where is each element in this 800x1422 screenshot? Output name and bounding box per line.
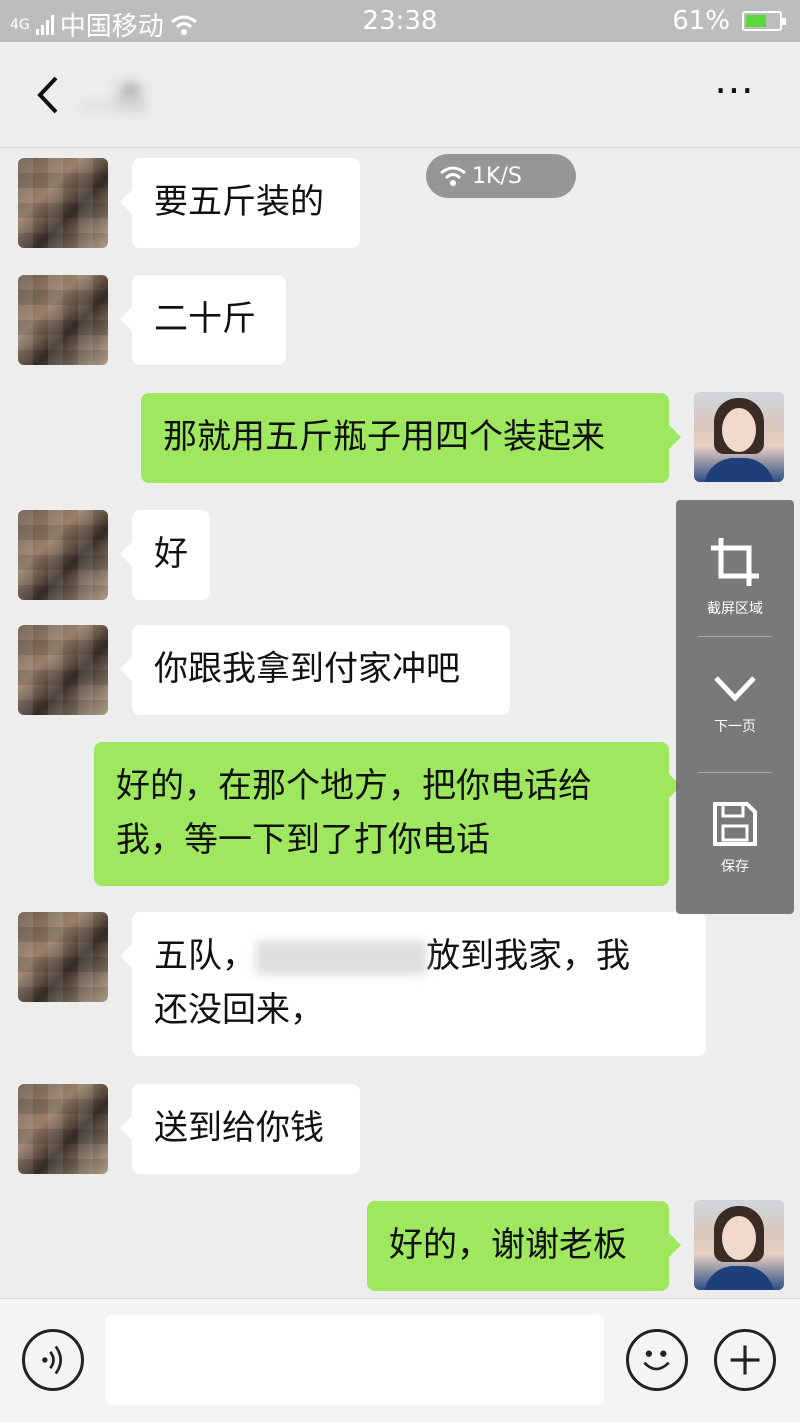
message-bubble-received[interactable]: 好	[120, 510, 210, 600]
avatar[interactable]	[18, 625, 108, 715]
avatar[interactable]	[18, 510, 108, 600]
crop-icon	[711, 538, 759, 586]
message-text: 好	[154, 534, 188, 574]
message-bubble-sent[interactable]: 那就用五斤瓶子用四个装起来	[141, 393, 681, 483]
battery-percent: 61%	[672, 6, 730, 36]
chevron-down-icon	[714, 676, 756, 702]
crop-area-button[interactable]: 截屏区域	[676, 534, 794, 618]
message-bubble-received[interactable]: 二十斤	[120, 275, 286, 365]
message-text: 好的，谢谢老板	[389, 1225, 627, 1265]
status-bar: 4G 中国移动 23:38 61%	[0, 0, 800, 42]
plus-icon[interactable]	[714, 1329, 776, 1391]
message-bubble-received[interactable]: 你跟我拿到付家冲吧	[120, 625, 510, 715]
message-text: 要五斤装的	[154, 182, 324, 222]
message-text-line: 还没回来，	[154, 990, 324, 1030]
wifi-icon	[440, 166, 466, 186]
voice-input-icon[interactable]	[22, 1329, 84, 1391]
message-text: 那就用五斤瓶子用四个装起来	[163, 417, 605, 457]
network-speed-indicator: 1K/S	[426, 154, 576, 198]
avatar[interactable]	[18, 275, 108, 365]
crop-label: 截屏区域	[707, 601, 763, 617]
avatar[interactable]	[18, 1084, 108, 1174]
avatar[interactable]	[18, 158, 108, 248]
back-arrow-icon[interactable]	[28, 70, 68, 120]
screenshot-toolbar: 截屏区域 下一页 保存	[676, 500, 794, 914]
speed-value: 1K/S	[472, 163, 522, 189]
message-text: 你跟我拿到付家冲吧	[154, 649, 460, 689]
chat-header: …杰 ⋯	[0, 42, 800, 148]
message-text: 五队，	[154, 936, 256, 976]
message-bubble-sent[interactable]: 好的，在那个地方，把你电话给 我，等一下到了打你电话	[94, 742, 681, 886]
more-options-icon[interactable]: ⋯	[714, 70, 760, 110]
next-page-label: 下一页	[714, 719, 756, 735]
emoji-icon[interactable]	[626, 1329, 688, 1391]
contact-name: …杰	[82, 78, 147, 116]
message-text-line: 五队， 放到我家，我	[154, 929, 684, 983]
message-input[interactable]	[106, 1315, 604, 1405]
input-bar	[0, 1298, 800, 1422]
message-bubble-received[interactable]: 送到给你钱	[120, 1084, 360, 1174]
avatar[interactable]	[694, 392, 784, 482]
avatar[interactable]	[694, 1200, 784, 1290]
save-label: 保存	[721, 859, 749, 875]
next-page-button[interactable]: 下一页	[676, 668, 794, 736]
message-text: 放到我家，我	[426, 936, 630, 976]
message-text-line: 好的，在那个地方，把你电话给	[116, 766, 592, 806]
message-bubble-received[interactable]: 五队， 放到我家，我 还没回来，	[120, 912, 706, 1056]
message-bubble-sent[interactable]: 好的，谢谢老板	[367, 1201, 681, 1291]
save-button[interactable]: 保存	[676, 800, 794, 876]
message-text: 二十斤	[154, 299, 256, 339]
battery-icon	[742, 11, 786, 31]
avatar[interactable]	[18, 912, 108, 1002]
message-text: 送到给你钱	[154, 1108, 324, 1148]
message-bubble-received[interactable]: 要五斤装的	[120, 158, 360, 248]
save-icon	[713, 802, 757, 846]
message-text-line: 我，等一下到了打你电话	[116, 820, 490, 860]
redacted-text	[256, 940, 426, 975]
